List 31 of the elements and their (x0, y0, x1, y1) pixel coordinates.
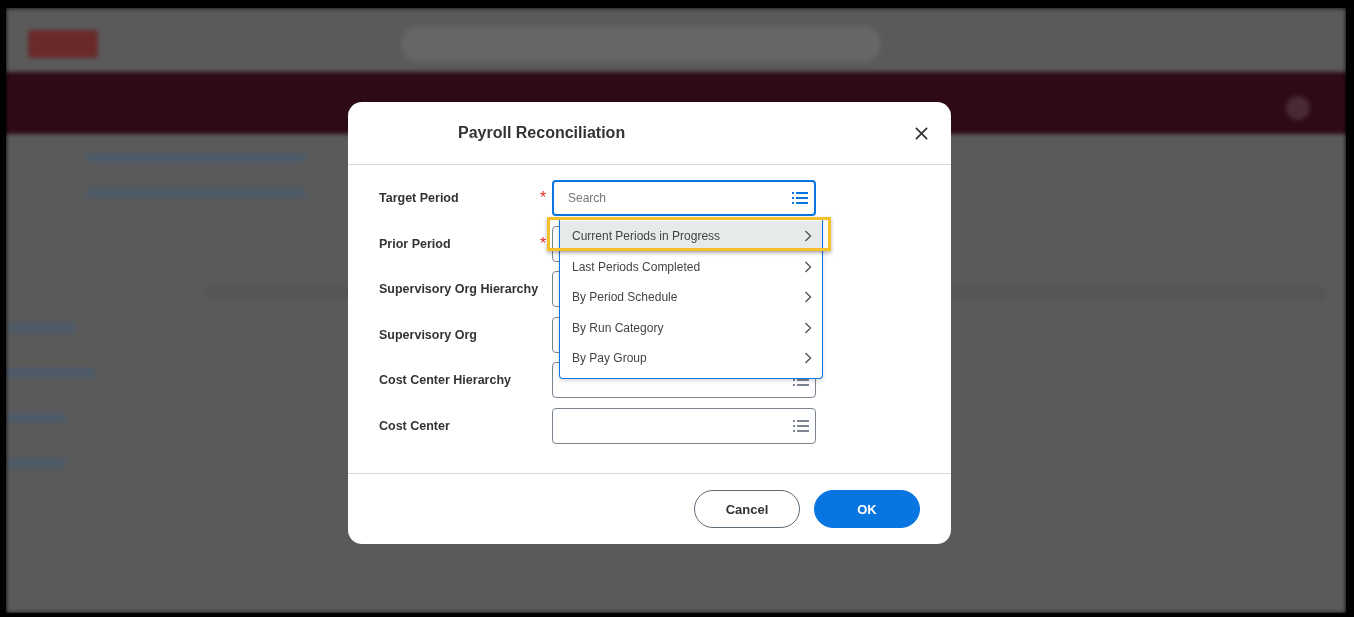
menu-item[interactable]: By Pay Group (560, 343, 822, 374)
field-label: Cost Center Hierarchy (379, 373, 512, 387)
close-icon[interactable] (914, 125, 929, 141)
menu-item[interactable]: By Period Schedule (560, 282, 822, 313)
input-field[interactable] (552, 407, 816, 444)
chevron-icon (804, 230, 812, 243)
menu-item[interactable]: By Run Category (560, 312, 822, 343)
menu-item[interactable]: Current Periods in Progress (560, 221, 822, 252)
list-icon[interactable] (792, 191, 808, 205)
blurred-link (6, 458, 66, 468)
blurred-logo (28, 30, 98, 58)
cancel-button[interactable]: Cancel (694, 490, 800, 528)
field-label: Supervisory Org (379, 327, 478, 342)
blurred-avatar-icon (1286, 96, 1310, 120)
list-icon[interactable] (793, 418, 809, 433)
chevron-icon (804, 260, 812, 273)
menu-item[interactable]: Last Periods Completed (560, 251, 822, 282)
text-input[interactable]: Search (566, 190, 792, 206)
required-mark: * (540, 234, 547, 252)
chevron-icon (804, 291, 812, 304)
chevron-icon (804, 321, 812, 334)
input-field[interactable]: Search (552, 180, 816, 216)
chevron-icon (804, 352, 812, 365)
field-label: Prior Period (379, 236, 452, 251)
dialog-title: Payroll Reconciliation (458, 124, 627, 142)
field-label: Target Period (379, 191, 460, 205)
ok-button[interactable]: OK (814, 490, 920, 528)
field-label: Cost Center (379, 418, 451, 433)
blurred-link (6, 413, 66, 423)
required-mark: * (540, 189, 547, 206)
field-label: Supervisory Org Hierarchy (379, 282, 540, 296)
